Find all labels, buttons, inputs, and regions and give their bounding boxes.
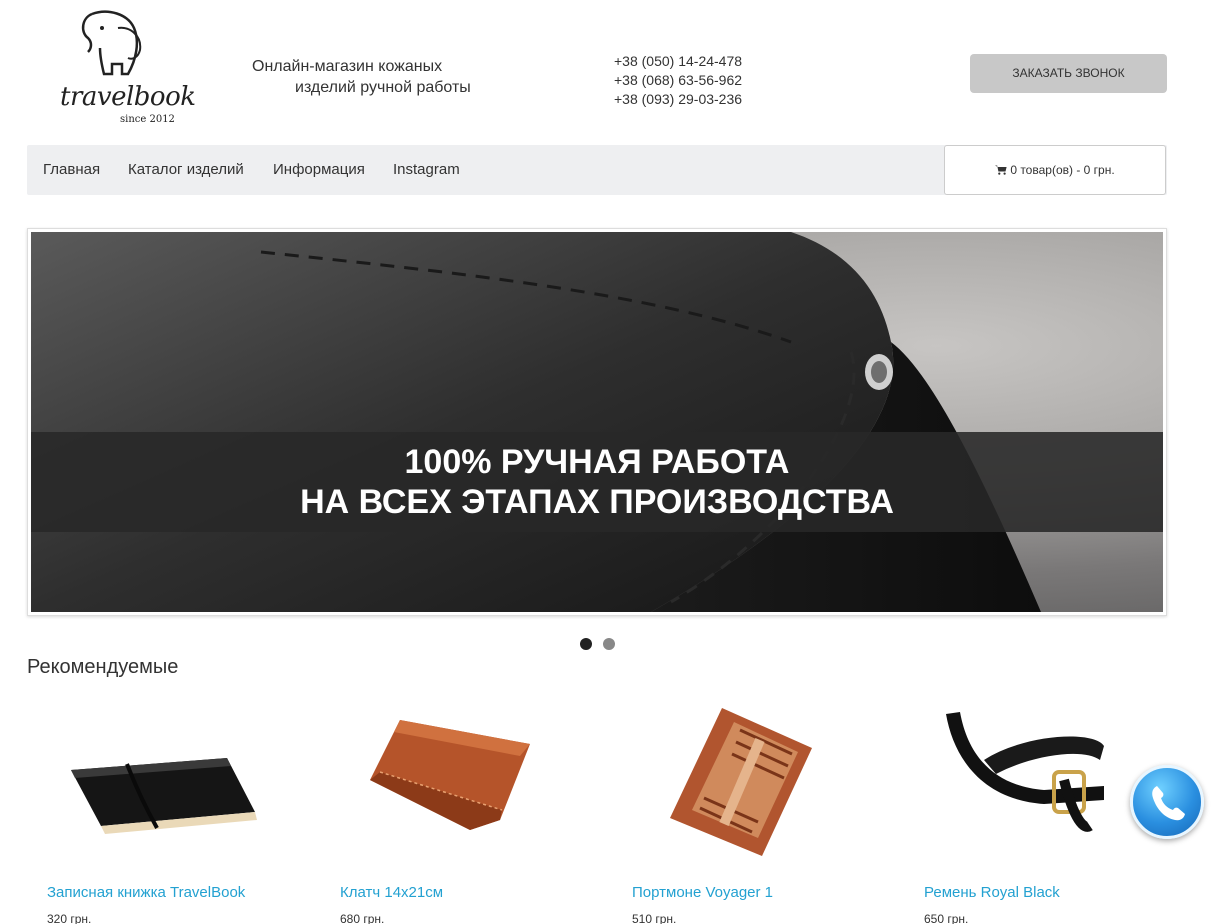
banner-line1: 100% РУЧНАЯ РАБОТА <box>404 443 790 481</box>
product-name[interactable]: Портмоне Voyager 1 <box>632 884 773 901</box>
slider-dot[interactable] <box>603 638 615 650</box>
banner-slider[interactable]: 100% РУЧНАЯ РАБОТА НА ВСЕХ ЭТАПАХ ПРОИЗВ… <box>27 228 1167 616</box>
elephant-icon <box>81 10 142 76</box>
banner-image: 100% РУЧНАЯ РАБОТА НА ВСЕХ ЭТАПАХ ПРОИЗВ… <box>31 232 1163 612</box>
leather-photo <box>31 232 1041 612</box>
nav-item-catalog[interactable]: Каталог изделий <box>128 145 244 195</box>
logo[interactable]: travelbook since 2012 <box>56 8 196 128</box>
logo-since: since 2012 <box>120 114 175 125</box>
product-image[interactable] <box>27 700 267 860</box>
product-name[interactable]: Клатч 14x21см <box>340 884 443 901</box>
slider-dot-active[interactable] <box>580 638 592 650</box>
nav-item-home[interactable]: Главная <box>43 145 100 195</box>
banner-caption: 100% РУЧНАЯ РАБОТА НА ВСЕХ ЭТАПАХ ПРОИЗВ… <box>31 432 1163 532</box>
banner-line2: НА ВСЕХ ЭТАПАХ ПРОИЗВОДСТВА <box>300 483 894 521</box>
cart-summary: 0 товар(ов) - 0 грн. <box>1010 163 1115 177</box>
product-price: 320 грн. <box>47 912 92 924</box>
product-name[interactable]: Записная книжка TravelBook <box>47 884 245 901</box>
phone-number[interactable]: +38 (068) 63-56-962 <box>614 71 742 90</box>
nav-item-instagram[interactable]: Instagram <box>393 145 460 195</box>
product-image[interactable] <box>612 700 852 860</box>
nav-item-info[interactable]: Информация <box>273 145 365 195</box>
product-price: 680 грн. <box>340 912 385 924</box>
logo-wordmark: travelbook <box>60 82 196 112</box>
tagline-line2: изделий ручной работы <box>295 79 471 96</box>
product-image[interactable] <box>320 700 560 860</box>
phone-number[interactable]: +38 (050) 14-24-478 <box>614 52 742 71</box>
cart-button[interactable]: 0 товар(ов) - 0 грн. <box>944 145 1166 195</box>
phone-icon <box>1152 786 1185 821</box>
store-tagline: Онлайн-магазин кожаных изделий ручной ра… <box>252 56 471 98</box>
tagline-line1: Онлайн-магазин кожаных <box>252 58 443 75</box>
phone-number[interactable]: +38 (093) 29-03-236 <box>614 90 742 109</box>
product-price: 650 грн. <box>924 912 969 924</box>
request-callback-button[interactable]: ЗАКАЗАТЬ ЗВОНОК <box>970 54 1167 93</box>
shopping-cart-icon <box>995 165 1007 175</box>
phone-list: +38 (050) 14-24-478 +38 (068) 63-56-962 … <box>614 52 742 109</box>
product-image[interactable] <box>904 700 1144 860</box>
call-widget-button[interactable] <box>1130 765 1204 839</box>
featured-title: Рекомендуемые <box>27 656 179 678</box>
product-price: 510 грн. <box>632 912 677 924</box>
product-name[interactable]: Ремень Royal Black <box>924 884 1060 901</box>
